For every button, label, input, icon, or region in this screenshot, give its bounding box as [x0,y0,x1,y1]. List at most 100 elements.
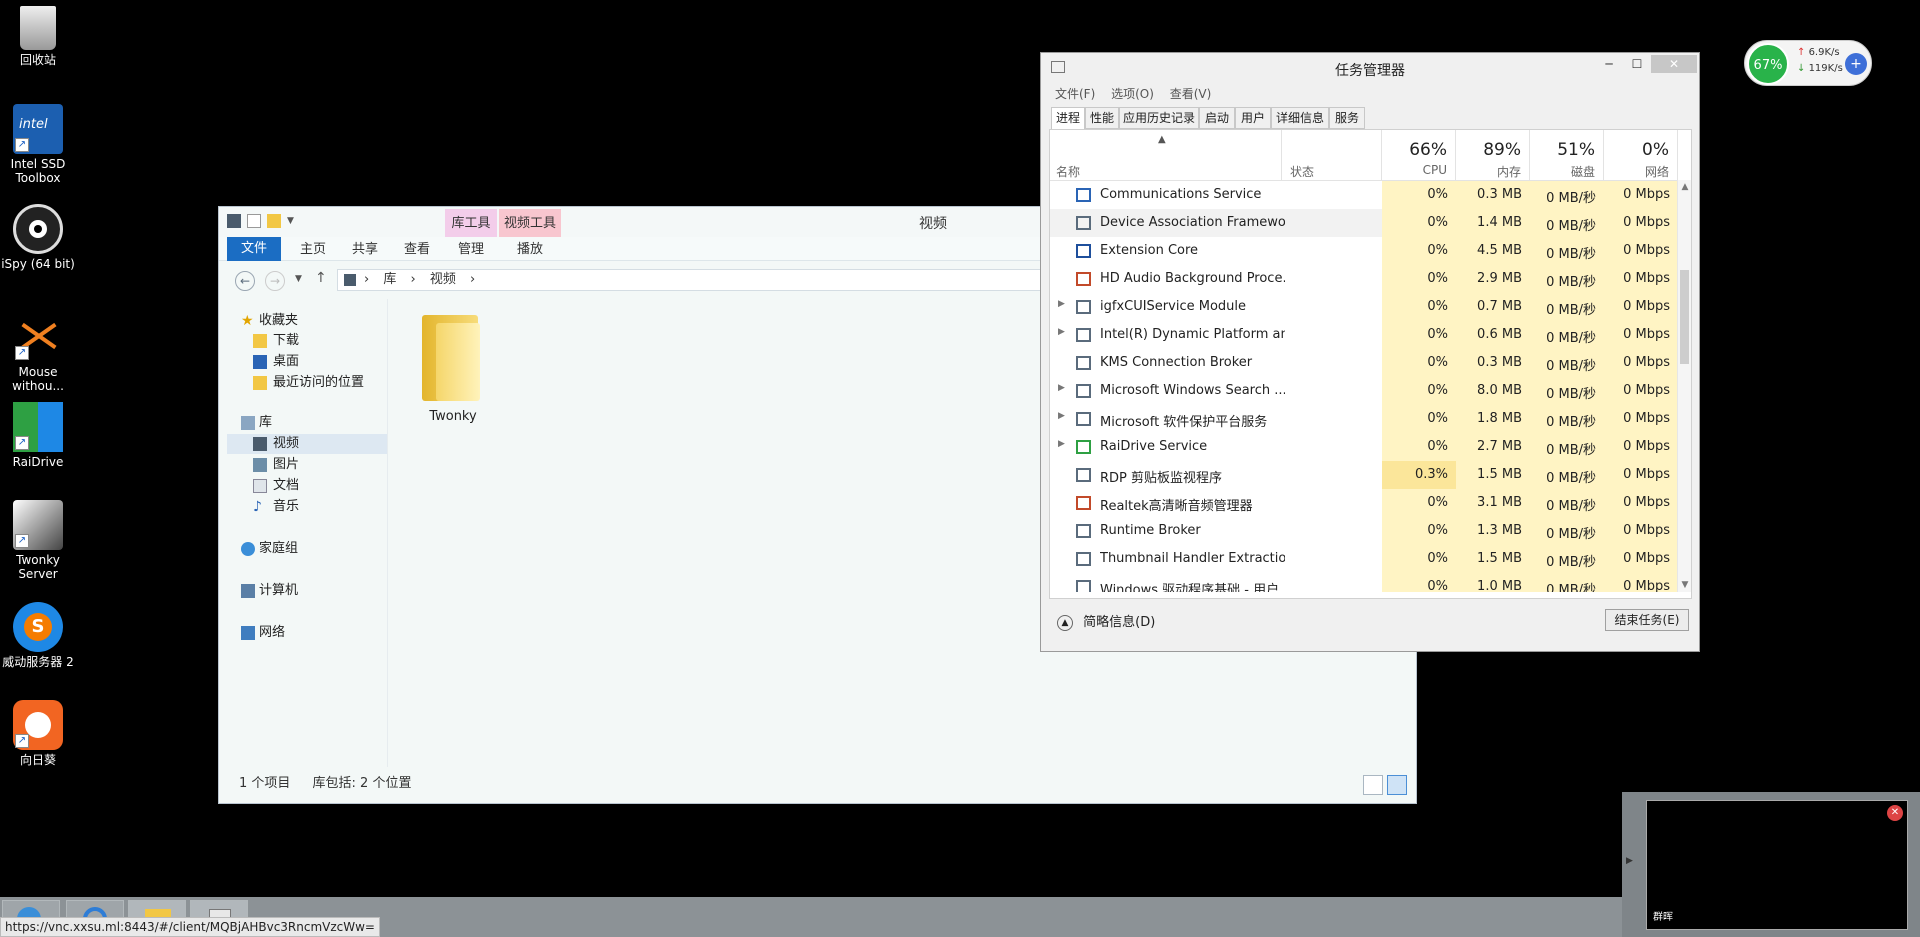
desktop-icon-intel-ssd[interactable]: intel ↗ Intel SSD Toolbox [0,104,76,185]
qat-dropdown-icon[interactable]: ▼ [287,216,294,226]
desktop-icon-sunflower[interactable]: ↗ 向日葵 [0,700,76,767]
column-header-network[interactable]: 0% 网络 [1604,130,1678,180]
nav-music[interactable]: ♪ 音乐 [227,497,387,517]
process-row[interactable]: Thumbnail Handler Extractio... 0% 1.5 MB 0 … [1050,545,1678,573]
process-memory: 0.3 MB [1477,355,1522,370]
tab-share[interactable]: 共享 [341,239,389,261]
folder-item[interactable]: Twonky [408,309,498,424]
process-row[interactable]: Extension Core 0% 4.5 MB 0 MB/秒 0 Mbps [1050,237,1678,265]
process-row[interactable]: Realtek高清晰音频管理器 0% 3.1 MB 0 MB/秒 0 Mbps [1050,489,1678,517]
tab-details[interactable]: 详细信息 [1271,107,1329,129]
large-icons-view-button[interactable] [1387,775,1407,795]
nav-documents[interactable]: 文档 [227,476,387,496]
process-row[interactable]: ▶ RaiDrive Service 0% 2.7 MB 0 MB/秒 0 Mbps [1050,433,1678,461]
details-view-button[interactable] [1363,775,1383,795]
process-row[interactable]: Runtime Broker 0% 1.3 MB 0 MB/秒 0 Mbps [1050,517,1678,545]
menu-view[interactable]: 查看(V) [1170,87,1212,101]
tab-startup[interactable]: 启动 [1199,107,1235,129]
back-button[interactable]: ← [235,271,255,291]
new-folder-icon[interactable] [267,214,281,228]
close-icon[interactable]: ✕ [1887,805,1903,821]
expand-arrow-icon[interactable]: ▶ [1058,383,1065,393]
scrollbar-thumb[interactable] [1680,270,1689,364]
vertical-scrollbar[interactable]: ▲ ▼ [1677,180,1691,592]
properties-icon[interactable] [247,214,261,228]
network-speed-widget[interactable]: 67% ↑ 6.9K/s ↓ 119K/s + [1744,40,1872,86]
nav-recent[interactable]: 最近访问的位置 [227,373,387,393]
column-header-name[interactable]: ▲ 名称 [1050,130,1282,180]
scroll-up-icon[interactable]: ▲ [1678,182,1692,192]
expand-arrow-icon[interactable]: ▶ [1058,439,1065,449]
process-disk: 0 MB/秒 [1546,415,1596,430]
process-cpu: 0% [1427,327,1448,342]
end-task-button[interactable]: 结束任务(E) [1605,609,1689,631]
tab-manage[interactable]: 管理 [445,239,497,261]
maximize-button[interactable]: ☐ [1623,55,1651,73]
computer-icon [241,584,255,598]
expand-arrow-icon[interactable]: ▶ [1626,856,1633,866]
nav-libraries[interactable]: 库 [227,413,387,433]
tab-performance[interactable]: 性能 [1085,107,1119,129]
process-cpu: 0% [1427,411,1448,426]
desktop-icon-server[interactable]: S 威动服务器 2 [0,602,76,669]
process-cpu: 0% [1427,439,1448,454]
nav-downloads[interactable]: 下载 [227,331,387,351]
desktop-icon-label: Intel SSD Toolbox [10,157,66,185]
menu-options[interactable]: 选项(O) [1111,87,1154,101]
process-icon [1076,356,1091,370]
minimize-button[interactable]: ─ [1595,55,1623,73]
nav-videos[interactable]: 视频 [227,434,387,454]
tab-services[interactable]: 服务 [1329,107,1365,129]
process-row[interactable]: ▶ Microsoft 软件保护平台服务 0% 1.8 MB 0 MB/秒 0 Mbps [1050,405,1678,433]
desktop-icon-raidrive[interactable]: ↗ RaiDrive [0,402,76,469]
column-header-memory[interactable]: 89% 内存 [1456,130,1530,180]
process-row[interactable]: ▶ Intel(R) Dynamic Platform an... 0% 0.6 MB… [1050,321,1678,349]
desktop-icon-recycle-bin[interactable]: 回收站 [0,6,76,67]
tab-users[interactable]: 用户 [1235,107,1271,129]
desktop-icon-mouse-without-borders[interactable]: ↗ Mouse withou... [0,312,76,393]
save-icon[interactable] [227,214,241,228]
fewer-details-button[interactable]: ▲ 简略信息(D) [1057,611,1155,631]
expand-arrow-icon[interactable]: ▶ [1058,299,1065,309]
close-button[interactable]: ✕ [1651,55,1697,73]
nav-pictures[interactable]: 图片 [227,455,387,475]
expand-arrow-icon[interactable]: ▶ [1058,411,1065,421]
scroll-down-icon[interactable]: ▼ [1678,580,1692,590]
tab-file[interactable]: 文件 [227,237,281,261]
process-row[interactable]: ▶ igfxCUIService Module 0% 0.7 MB 0 MB/秒 0 Mb… [1050,293,1678,321]
breadcrumb-videos[interactable]: 视频 [430,272,456,287]
column-header-cpu[interactable]: 66% CPU [1382,130,1456,180]
nav-network[interactable]: 网络 [227,623,387,643]
nav-desktop[interactable]: 桌面 [227,352,387,372]
desktop-icon-twonky[interactable]: ↗ Twonky Server [0,500,76,581]
up-button[interactable]: ↑ [315,270,327,286]
nav-homegroup[interactable]: 家庭组 [227,539,387,559]
recent-locations-icon[interactable]: ▼ [295,274,302,284]
tab-view[interactable]: 查看 [393,239,441,261]
tab-home[interactable]: 主页 [289,239,337,261]
window-thumbnail[interactable]: ✕ 群晖 [1646,800,1908,930]
nav-computer[interactable]: 计算机 [227,581,387,601]
accelerate-icon[interactable]: + [1845,53,1867,75]
process-row[interactable]: KMS Connection Broker 0% 0.3 MB 0 MB/秒 0 Mbp… [1050,349,1678,377]
tab-processes[interactable]: 进程 [1051,107,1085,130]
breadcrumb-library[interactable]: 库 [383,272,396,287]
tab-play[interactable]: 播放 [499,239,561,261]
process-row[interactable]: HD Audio Background Proce... 0% 2.9 MB 0 MB… [1050,265,1678,293]
process-icon [1076,384,1091,398]
tab-app-history[interactable]: 应用历史记录 [1119,107,1199,129]
forward-button[interactable]: → [265,271,285,291]
process-row[interactable]: Communications Service 0% 0.3 MB 0 MB/秒 0 Mb… [1050,181,1678,209]
column-header-disk[interactable]: 51% 磁盘 [1530,130,1604,180]
process-row[interactable]: ▶ Microsoft Windows Search ... 0% 8.0 MB 0 M… [1050,377,1678,405]
process-row[interactable]: Device Association Framewo... 0% 1.4 MB 0 M… [1050,209,1678,237]
process-row[interactable]: RDP 剪贴板监视程序 0.3% 1.5 MB 0 MB/秒 0 Mbps [1050,461,1678,489]
nav-favorites[interactable]: ★ 收藏夹 [227,311,387,331]
column-header-status[interactable]: 状态 [1282,130,1382,180]
taskbar-thumbnail-preview[interactable]: ▶ ✕ 群晖 [1622,792,1920,937]
usage-percent: 67% [1747,43,1789,85]
process-row[interactable]: Windows 驱动程序基础 - 用户... 0% 1.0 MB 0 MB/秒 0 Mb… [1050,573,1678,592]
expand-arrow-icon[interactable]: ▶ [1058,327,1065,337]
desktop-icon-ispy[interactable]: iSpy (64 bit) [0,204,76,271]
menu-file[interactable]: 文件(F) [1055,87,1095,101]
